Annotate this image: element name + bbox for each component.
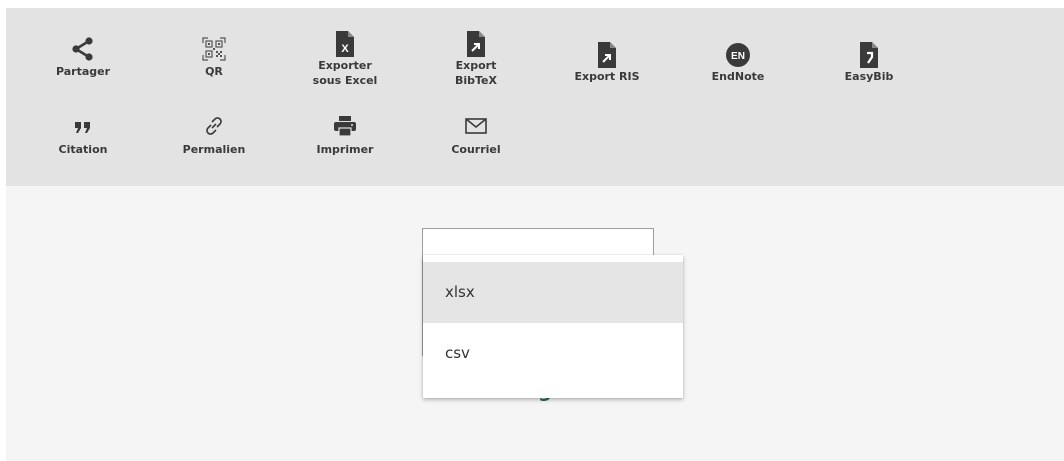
citation-label: Citation bbox=[58, 143, 108, 156]
export-excel-button[interactable]: X Exporter sous Excel bbox=[285, 30, 405, 88]
link-icon bbox=[199, 114, 229, 140]
share-button[interactable]: Partager bbox=[23, 36, 143, 79]
export-ris-button[interactable]: Export RIS bbox=[547, 41, 667, 84]
print-label: Imprimer bbox=[316, 143, 374, 156]
svg-text:EN: EN bbox=[731, 51, 745, 62]
easybib-button[interactable]: EasyBib bbox=[809, 41, 929, 84]
print-button[interactable]: Imprimer bbox=[285, 114, 405, 157]
envelope-icon bbox=[461, 114, 491, 140]
bibtex-file-icon bbox=[461, 30, 491, 57]
page-content: Partager QR X Exporter sous Excel Export… bbox=[6, 8, 1064, 461]
excel-file-icon: X bbox=[330, 30, 360, 57]
endnote-label: EndNote bbox=[711, 70, 765, 83]
svg-text:X: X bbox=[341, 43, 349, 55]
option-csv[interactable]: csv bbox=[423, 323, 683, 384]
share-icon bbox=[68, 36, 98, 62]
export-ris-label: Export RIS bbox=[574, 70, 640, 83]
email-label: Courriel bbox=[451, 143, 501, 156]
easybib-icon bbox=[854, 41, 884, 68]
share-label: Partager bbox=[55, 65, 111, 78]
printer-icon bbox=[330, 114, 360, 140]
export-bibtex-button[interactable]: Export BibTeX bbox=[416, 30, 536, 88]
permalink-button[interactable]: Permalien bbox=[154, 114, 274, 157]
endnote-button[interactable]: EN EndNote bbox=[678, 41, 798, 84]
format-dropdown-menu: xlsx csv bbox=[423, 255, 683, 398]
qr-button[interactable]: QR bbox=[154, 36, 274, 79]
qr-code-icon bbox=[199, 36, 229, 62]
easybib-label: EasyBib bbox=[844, 70, 894, 83]
option-xlsx[interactable]: xlsx bbox=[423, 262, 683, 323]
qr-label: QR bbox=[205, 65, 223, 78]
endnote-icon: EN bbox=[723, 41, 753, 67]
quote-icon bbox=[68, 114, 98, 140]
permalink-label: Permalien bbox=[182, 143, 246, 156]
email-button[interactable]: Courriel bbox=[416, 114, 536, 157]
export-bibtex-label: Export BibTeX bbox=[454, 59, 497, 87]
export-toolbar: Partager QR X Exporter sous Excel Export… bbox=[6, 8, 1064, 186]
export-excel-label: Exporter sous Excel bbox=[312, 59, 378, 87]
citation-button[interactable]: Citation bbox=[23, 114, 143, 157]
ris-file-icon bbox=[592, 41, 622, 68]
